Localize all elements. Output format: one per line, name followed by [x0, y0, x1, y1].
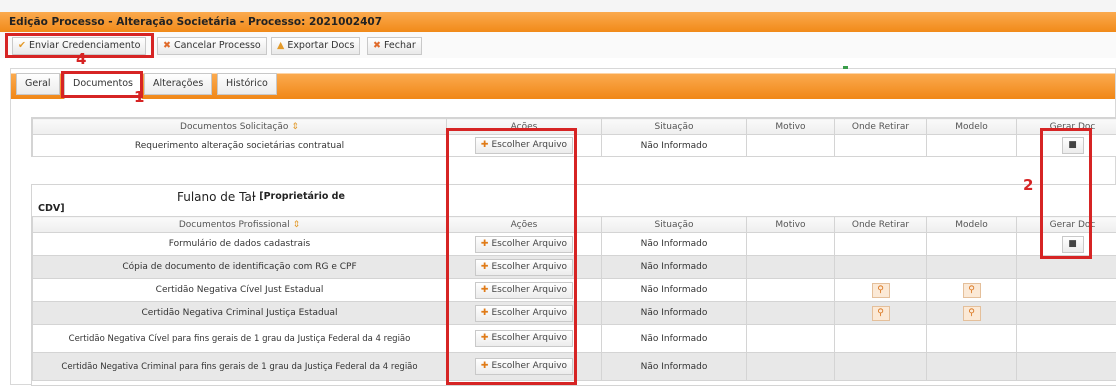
tab-strip: Geral Documentos Alterações Histórico [11, 69, 1115, 99]
documents-panel: Geral Documentos Alterações Histórico Do… [10, 68, 1116, 385]
status-indicator [843, 66, 848, 69]
table-row: Requerimento alteração societárias contr… [33, 135, 1116, 157]
gerar-doc-button[interactable]: ■ [1062, 137, 1084, 154]
status-text: Não Informado [602, 325, 747, 353]
status-text: Não Informado [602, 279, 747, 302]
escolher-arquivo-button[interactable]: ✚Escolher Arquivo [475, 282, 573, 299]
escolher-arquivo-button[interactable]: ✚Escolher Arquivo [475, 259, 573, 276]
document-name: Certidão Negativa Cível Just Estadual [33, 279, 447, 302]
plus-icon: ✚ [481, 262, 489, 272]
column-header: Onde Retirar [835, 119, 927, 135]
column-header: Situação [602, 119, 747, 135]
professional-documents-box: Fulano de Tal - [Proprietário de CDV] Do… [31, 184, 1116, 386]
tab-geral[interactable]: Geral [16, 73, 60, 95]
escolher-arquivo-button[interactable]: ✚Escolher Arquivo [475, 305, 573, 322]
status-text: Não Informado [602, 353, 747, 381]
cancelar-processo-button[interactable]: ✖Cancelar Processo [157, 37, 267, 55]
document-name: Formulário de dados cadastrais [33, 233, 447, 256]
window-title: Edição Processo - Alteração Societária -… [0, 12, 1116, 32]
search-icon[interactable]: ⚲ [963, 283, 981, 298]
column-header: Ações [447, 217, 602, 233]
toolbar: ✔Enviar Credenciamento ✖Cancelar Process… [0, 32, 1116, 58]
escolher-arquivo-button[interactable]: ✚Escolher Arquivo [475, 236, 573, 253]
table-row: Formulário de dados cadastrais ✚Escolher… [33, 233, 1116, 256]
request-documents-box: Documentos Solicitação⇕ Ações Situação M… [31, 117, 1116, 157]
escolher-arquivo-button[interactable]: ✚Escolher Arquivo [475, 137, 573, 154]
annotation-number: 2 [1023, 176, 1033, 194]
status-text: Não Informado [602, 233, 747, 256]
table-row: Certidão Negativa Criminal para fins ger… [33, 353, 1116, 381]
escolher-arquivo-button[interactable]: ✚Escolher Arquivo [475, 358, 573, 375]
table-row: Certidão Negativa Criminal Justiça Estad… [33, 302, 1116, 325]
search-icon[interactable]: ⚲ [963, 306, 981, 321]
column-header: Modelo [927, 217, 1017, 233]
save-icon: ■ [1068, 239, 1077, 249]
owner-name: Fulano de Tal [177, 190, 255, 204]
plus-icon: ✚ [481, 140, 489, 150]
owner-header: Fulano de Tal - [Proprietário de CDV] [32, 185, 1116, 217]
column-header: Situação [602, 217, 747, 233]
column-header: Motivo [747, 217, 835, 233]
owner-role: - [Proprietário de [252, 191, 345, 202]
plus-icon: ✚ [481, 239, 489, 249]
check-icon: ✔ [18, 38, 26, 54]
fechar-button[interactable]: ✖Fechar [367, 37, 422, 55]
sort-icon: ⇕ [293, 220, 301, 230]
table-row: Certidão Negativa Cível para fins gerais… [33, 325, 1116, 353]
document-name: Cópia de documento de identificação com … [33, 256, 447, 279]
status-text: Não Informado [602, 302, 747, 325]
save-icon: ■ [1068, 140, 1077, 150]
column-header[interactable]: Documentos Solicitação⇕ [33, 119, 447, 135]
close-icon: ✖ [373, 38, 381, 54]
column-header: Gerar Doc [1017, 217, 1116, 233]
plus-icon: ✚ [481, 361, 489, 371]
escolher-arquivo-button[interactable]: ✚Escolher Arquivo [475, 330, 573, 347]
gerar-doc-button[interactable]: ■ [1062, 236, 1084, 253]
search-icon[interactable]: ⚲ [872, 283, 890, 298]
fechar-label: Fechar [384, 40, 416, 51]
plus-icon: ✚ [481, 285, 489, 295]
table-header-row: Documentos Profissional⇕ Ações Situação … [33, 217, 1116, 233]
tab-alteracoes[interactable]: Alterações [144, 73, 212, 95]
close-icon: ✖ [163, 38, 171, 54]
tab-historico[interactable]: Histórico [217, 73, 277, 95]
plus-icon: ✚ [481, 308, 489, 318]
annotation-number: 1 [134, 88, 144, 106]
column-header: Onde Retirar [835, 217, 927, 233]
column-header: Modelo [927, 119, 1017, 135]
column-header: Motivo [747, 119, 835, 135]
export-icon: ▲ [277, 38, 284, 54]
sort-icon: ⇕ [291, 122, 299, 132]
plus-icon: ✚ [481, 333, 489, 343]
cancelar-processo-label: Cancelar Processo [174, 40, 261, 51]
window-titlebar: Edição Processo - Alteração Societária -… [0, 0, 1116, 32]
status-text: Não Informado [602, 256, 747, 279]
annotation-number: 4 [76, 50, 86, 68]
document-name: Certidão Negativa Criminal para fins ger… [33, 353, 447, 381]
column-header: Ações [447, 119, 602, 135]
document-name: Certidão Negativa Cível para fins gerais… [33, 325, 447, 353]
table-header-row: Documentos Solicitação⇕ Ações Situação M… [33, 119, 1116, 135]
document-name: Requerimento alteração societárias contr… [33, 135, 447, 157]
table-row: Cópia de documento de identificação com … [33, 256, 1116, 279]
request-documents-table: Documentos Solicitação⇕ Ações Situação M… [32, 118, 1116, 157]
table-row: Certidão Negativa Cível Just Estadual ✚E… [33, 279, 1116, 302]
exportar-docs-label: Exportar Docs [287, 40, 354, 51]
status-text: Não Informado [602, 135, 747, 157]
column-header: Gerar Doc [1017, 119, 1116, 135]
tab-documentos[interactable]: Documentos [64, 73, 142, 99]
owner-role-cont: CDV] [38, 203, 65, 214]
column-header[interactable]: Documentos Profissional⇕ [33, 217, 447, 233]
document-name: Certidão Negativa Criminal Justiça Estad… [33, 302, 447, 325]
search-icon[interactable]: ⚲ [872, 306, 890, 321]
exportar-docs-button[interactable]: ▲Exportar Docs [271, 37, 360, 55]
professional-documents-table: Documentos Profissional⇕ Ações Situação … [32, 216, 1116, 381]
